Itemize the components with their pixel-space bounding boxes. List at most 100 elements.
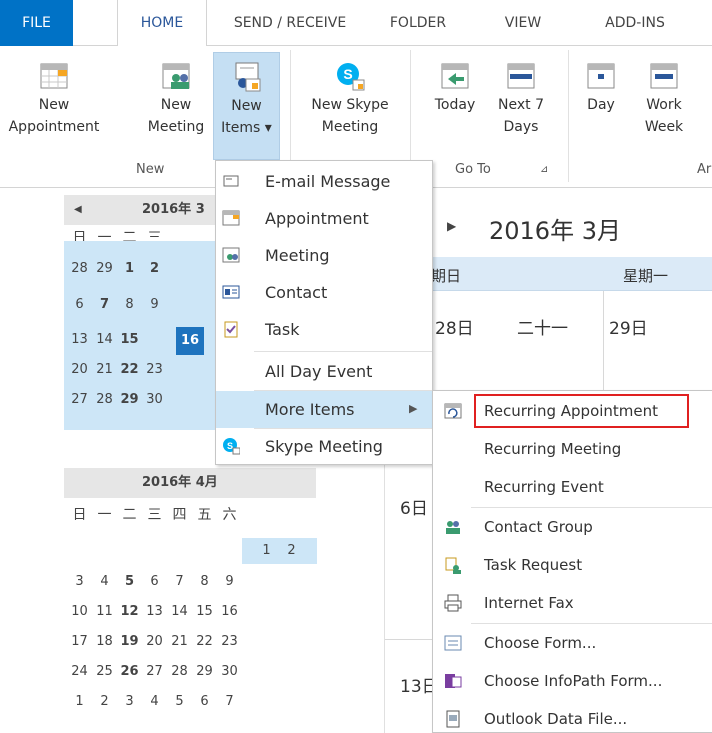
date-cell[interactable]: 15 — [192, 599, 217, 625]
day-view-button[interactable]: Day — [578, 50, 624, 116]
date-cell[interactable]: 1 — [67, 689, 92, 715]
prev-month-icon[interactable]: ◀ — [74, 195, 82, 225]
date-cell[interactable]: 13 — [67, 327, 92, 353]
date-cell[interactable]: 30 — [142, 387, 167, 413]
tab-home[interactable]: HOME — [117, 0, 207, 47]
date-cell[interactable]: 23 — [142, 357, 167, 383]
date-cell[interactable]: 8 — [117, 292, 142, 318]
menu-item-contact-label: Contact — [265, 283, 328, 302]
menu-item-all-day-label: All Day Event — [265, 362, 373, 381]
date-cell[interactable]: 15 — [117, 327, 142, 353]
date-cell[interactable]: 5 — [117, 569, 142, 595]
date-cell[interactable]: 22 — [192, 629, 217, 655]
date-cell[interactable]: 6 — [142, 569, 167, 595]
date-cell[interactable]: 8 — [192, 569, 217, 595]
data-file-icon — [446, 710, 460, 728]
date-cell[interactable]: 25 — [92, 659, 117, 685]
date-cell[interactable]: 9 — [217, 569, 242, 595]
next-month-icon[interactable]: ▶ — [447, 219, 456, 233]
date-cell[interactable]: 9 — [142, 292, 167, 318]
date-cell[interactable]: 20 — [67, 357, 92, 383]
menu-item-meeting[interactable]: Meeting — [216, 237, 432, 274]
new-items-icon — [235, 62, 260, 92]
date-cell[interactable]: 24 — [67, 659, 92, 685]
date-cell[interactable]: 28 — [67, 256, 92, 282]
day-cell-29[interactable]: 29日 — [609, 314, 648, 339]
menu-item-task[interactable]: Task — [216, 311, 432, 348]
date-cell[interactable]: 27 — [67, 387, 92, 413]
submenu-item-task-request[interactable]: Task Request — [433, 547, 712, 584]
date-cell[interactable]: 4 — [92, 569, 117, 595]
tab-folder[interactable]: FOLDER — [378, 0, 458, 46]
date-cell[interactable]: 13 — [142, 599, 167, 625]
tab-add-ins[interactable]: ADD-INS — [585, 0, 685, 46]
menu-item-appointment[interactable]: Appointment — [216, 200, 432, 237]
day-cell-28[interactable]: 28日 — [435, 314, 474, 339]
date-cell[interactable]: 7 — [217, 689, 242, 715]
date-cell[interactable]: 21 — [167, 629, 192, 655]
date-cell[interactable]: 6 — [67, 292, 92, 318]
date-cell[interactable]: 22 — [117, 357, 142, 383]
date-cell[interactable]: 27 — [142, 659, 167, 685]
date-cell[interactable]: 23 — [217, 629, 242, 655]
recurring-appointment-icon — [444, 403, 462, 419]
submenu-item-contact-group[interactable]: Contact Group — [433, 509, 712, 546]
date-cell[interactable]: 14 — [167, 599, 192, 625]
tab-send-receive[interactable]: SEND / RECEIVE — [215, 0, 365, 46]
menu-item-all-day-event[interactable]: All Day Event — [216, 353, 432, 390]
menu-item-more-items[interactable]: More Items ▶ — [216, 391, 432, 428]
submenu-item-choose-infopath-form[interactable]: Choose InfoPath Form... — [433, 663, 712, 700]
date-cell[interactable]: 3 — [117, 689, 142, 715]
new-meeting-button[interactable]: New Meeting — [138, 50, 214, 138]
date-cell[interactable]: 12 — [117, 599, 142, 625]
date-cell[interactable]: 14 — [92, 327, 117, 353]
date-cell[interactable]: 4 — [142, 689, 167, 715]
date-cell[interactable]: 2 — [142, 256, 167, 282]
date-cell[interactable]: 30 — [217, 659, 242, 685]
submenu-item-recurring-event[interactable]: Recurring Event — [433, 469, 712, 506]
next-7-days-button[interactable]: Next 7 Days — [490, 50, 552, 138]
date-cell[interactable]: 19 — [117, 629, 142, 655]
date-cell[interactable]: 2 — [92, 689, 117, 715]
new-skype-meeting-button[interactable]: S New Skype Meeting — [300, 50, 400, 138]
date-cell[interactable]: 28 — [92, 387, 117, 413]
date-cell[interactable]: 1 — [117, 256, 142, 282]
tab-view[interactable]: VIEW — [493, 0, 553, 46]
email-icon — [223, 175, 239, 187]
tab-file[interactable]: FILE — [0, 0, 73, 46]
date-cell[interactable]: 3 — [67, 569, 92, 595]
today-button[interactable]: Today — [424, 50, 486, 116]
date-cell[interactable]: 28 — [167, 659, 192, 685]
day-cell-6[interactable]: 6日 — [400, 494, 428, 519]
date-cell[interactable]: 29 — [117, 387, 142, 413]
date-cell[interactable]: 7 — [92, 292, 117, 318]
recurring-event-label: Recurring Event — [484, 478, 604, 496]
date-cell[interactable]: 26 — [117, 659, 142, 685]
date-cell[interactable]: 2 — [279, 538, 304, 564]
date-cell[interactable]: 7 — [167, 569, 192, 595]
new-appointment-button[interactable]: New Appointment — [0, 50, 108, 138]
date-cell[interactable]: 10 — [67, 599, 92, 625]
submenu-item-recurring-meeting[interactable]: Recurring Meeting — [433, 431, 712, 468]
menu-item-skype-meeting[interactable]: S Skype Meeting — [216, 428, 432, 465]
date-cell[interactable]: 29 — [92, 256, 117, 282]
date-cell[interactable]: 5 — [167, 689, 192, 715]
menu-item-email[interactable]: E-mail Message — [216, 163, 432, 200]
submenu-item-choose-form[interactable]: Choose Form... — [433, 625, 712, 662]
today-date-cell[interactable]: 16 — [176, 327, 204, 355]
work-week-button[interactable]: Work Week — [636, 50, 692, 138]
new-items-button[interactable]: New Items ▾ — [213, 52, 280, 160]
date-cell[interactable]: 21 — [92, 357, 117, 383]
date-cell[interactable]: 11 — [92, 599, 117, 625]
dialog-launcher-icon[interactable]: ⊿ — [540, 164, 548, 175]
date-cell[interactable]: 29 — [192, 659, 217, 685]
submenu-item-outlook-data-file[interactable]: Outlook Data File... — [433, 701, 712, 733]
date-cell[interactable]: 6 — [192, 689, 217, 715]
date-cell[interactable]: 1 — [254, 538, 279, 564]
date-cell[interactable]: 20 — [142, 629, 167, 655]
date-cell[interactable]: 18 — [92, 629, 117, 655]
date-cell[interactable]: 16 — [217, 599, 242, 625]
date-cell[interactable]: 17 — [67, 629, 92, 655]
submenu-item-internet-fax[interactable]: Internet Fax — [433, 585, 712, 622]
menu-item-contact[interactable]: Contact — [216, 274, 432, 311]
